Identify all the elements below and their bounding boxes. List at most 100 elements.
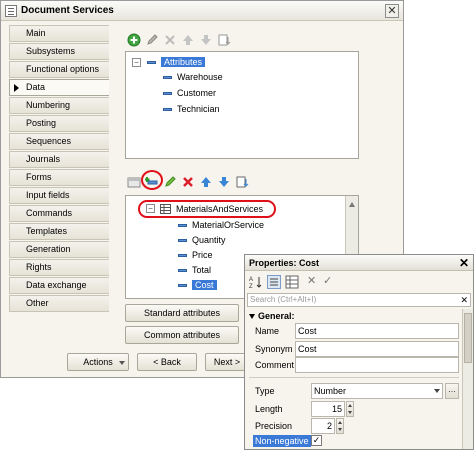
scrollbar-thumb[interactable] — [464, 313, 472, 363]
tabular-attribute-item[interactable]: Cost — [178, 278, 217, 292]
attribute-item[interactable]: Warehouse — [163, 70, 223, 84]
properties-search-input[interactable]: Search (Ctrl+Alt+I) ✕ — [247, 293, 471, 307]
delete-icon[interactable] — [163, 33, 177, 47]
scroll-up-arrow-icon[interactable] — [349, 202, 355, 207]
tabular-attribute-item[interactable]: Price — [178, 248, 213, 262]
categorized-view-icon[interactable] — [267, 275, 281, 289]
attribute-icon — [178, 269, 187, 273]
nav-item-label: Sequences — [26, 136, 72, 146]
edit-icon[interactable] — [145, 33, 159, 47]
nav-item-main[interactable]: Main — [9, 25, 109, 42]
attribute-icon — [163, 108, 172, 112]
properties-close-icon[interactable]: ✕ — [459, 256, 469, 270]
non-negative-label: Non-negative — [253, 435, 311, 447]
nav-item-forms[interactable]: Forms — [9, 169, 109, 186]
precision-field[interactable]: 2 — [311, 418, 335, 434]
nav-item-journals[interactable]: Journals — [9, 151, 109, 168]
length-spinner[interactable] — [346, 401, 354, 417]
comment-label: Comment — [255, 360, 295, 370]
type-value: Number — [314, 386, 347, 396]
type-field[interactable]: Number — [311, 383, 443, 399]
attribute-icon — [178, 224, 187, 228]
nav-item-rights[interactable]: Rights — [9, 259, 109, 276]
attributes-tree[interactable]: − Attributes Warehouse Customer Technician — [125, 51, 359, 159]
nav-item-generation[interactable]: Generation — [9, 241, 109, 258]
sort-icon[interactable] — [217, 33, 231, 47]
attribute-icon — [178, 239, 187, 243]
add-tabular-section-icon[interactable] — [127, 175, 141, 189]
tree-root-attributes[interactable]: Attributes — [147, 55, 206, 69]
tabular-attribute-label: MaterialOrService — [192, 220, 265, 230]
attribute-item[interactable]: Customer — [163, 86, 216, 100]
synonym-label: Synonym — [255, 344, 293, 354]
move-up-icon[interactable] — [181, 33, 195, 47]
nav-item-numbering[interactable]: Numbering — [9, 97, 109, 114]
attribute-icon — [178, 254, 187, 258]
attribute-icon — [163, 92, 172, 96]
type-dropdown-icon[interactable] — [434, 389, 440, 393]
nav-item-data[interactable]: Data — [9, 79, 109, 96]
nav-item-subsystems[interactable]: Subsystems — [9, 43, 109, 60]
highlight-ring-tabular-section — [138, 200, 276, 218]
common-attributes-button[interactable]: Common attributes — [125, 326, 239, 344]
apply-icon[interactable]: ✓ — [323, 274, 332, 287]
actions-button[interactable]: Actions — [67, 353, 129, 371]
nav-item-other[interactable]: Other — [9, 295, 109, 312]
actions-label: Actions — [83, 357, 113, 367]
nav-item-input-fields[interactable]: Input fields — [9, 187, 109, 204]
tabular-attribute-label: Cost — [192, 280, 217, 290]
precision-spinner[interactable] — [336, 418, 344, 434]
standard-attributes-button[interactable]: Standard attributes — [125, 304, 239, 322]
nav-item-label: Subsystems — [26, 46, 76, 56]
attribute-label: Customer — [177, 88, 217, 98]
edit-icon[interactable] — [163, 175, 177, 189]
nav-item-label: Forms — [26, 172, 52, 182]
nav-item-templates[interactable]: Templates — [9, 223, 109, 240]
name-field[interactable]: Cost — [295, 323, 459, 339]
nav-item-label: Journals — [26, 154, 61, 164]
attribute-item[interactable]: Technician — [163, 102, 220, 116]
section-general[interactable]: General: — [249, 311, 295, 321]
nav-item-data-exchange[interactable]: Data exchange — [9, 277, 109, 294]
properties-title-bar: Properties: Cost ✕ — [245, 255, 473, 271]
tabular-attribute-item[interactable]: Quantity — [178, 233, 226, 247]
nav-item-label: Data — [26, 82, 46, 92]
move-down-icon[interactable] — [199, 33, 213, 47]
comment-field[interactable] — [295, 357, 459, 373]
clear-search-icon[interactable]: ✕ — [460, 294, 468, 306]
window-title: Document Services — [21, 5, 114, 16]
length-field[interactable]: 15 — [311, 401, 345, 417]
search-placeholder: Search (Ctrl+Alt+I) — [250, 295, 317, 304]
add-icon[interactable] — [127, 33, 141, 47]
nav-item-functional-options[interactable]: Functional options — [9, 61, 109, 78]
nav-item-sequences[interactable]: Sequences — [9, 133, 109, 150]
tabular-attribute-item[interactable]: MaterialOrService — [178, 218, 264, 232]
move-down-icon[interactable] — [217, 175, 231, 189]
tabular-attribute-item[interactable]: Total — [178, 263, 211, 277]
nav-item-posting[interactable]: Posting — [9, 115, 109, 132]
synonym-field[interactable]: Cost — [295, 341, 459, 357]
type-select-button[interactable]: … — [445, 383, 459, 399]
attributes-toolbar — [125, 31, 245, 49]
type-label: Type — [255, 386, 275, 396]
nav-item-commands[interactable]: Commands — [9, 205, 109, 222]
non-negative-checkbox[interactable]: ✓ — [311, 435, 322, 446]
svg-text:A: A — [249, 277, 253, 283]
nav-item-label: Generation — [26, 244, 71, 254]
chevron-down-icon — [119, 361, 125, 365]
move-up-icon[interactable] — [199, 175, 213, 189]
name-label: Name — [255, 326, 280, 336]
collapse-toggle[interactable]: − — [132, 58, 141, 67]
next-button[interactable]: Next > — [205, 353, 249, 371]
properties-scrollbar[interactable] — [462, 309, 473, 449]
cancel-icon[interactable]: ✕ — [307, 274, 316, 287]
sort-icon[interactable] — [235, 175, 249, 189]
close-button[interactable]: ✕ — [385, 4, 399, 18]
sort-alphabetical-icon[interactable]: AZ — [249, 275, 263, 289]
properties-grid-icon[interactable] — [285, 275, 299, 289]
back-button[interactable]: < Back — [137, 353, 197, 371]
delete-icon[interactable] — [181, 175, 195, 189]
nav-item-label: Templates — [26, 226, 68, 236]
attribute-label: Technician — [177, 104, 220, 114]
nav-item-label: Commands — [26, 208, 73, 218]
